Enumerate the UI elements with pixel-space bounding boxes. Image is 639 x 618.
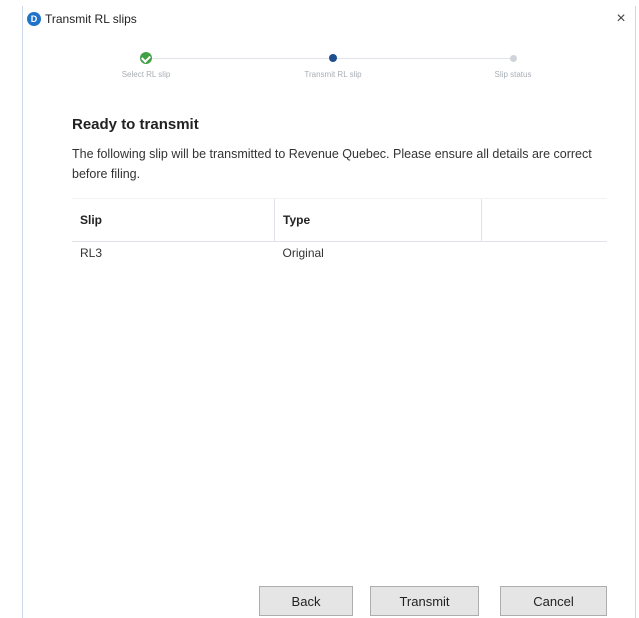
description-text: The following slip will be transmitted t… bbox=[72, 147, 592, 181]
app-logo-icon: D bbox=[27, 12, 41, 26]
table-row[interactable]: RL3 Original bbox=[72, 242, 607, 265]
step-connector bbox=[148, 58, 331, 59]
checkmark-icon bbox=[140, 52, 152, 64]
step-label-select: Select RL slip bbox=[121, 70, 171, 79]
column-header-empty bbox=[481, 198, 607, 242]
cancel-button[interactable]: Cancel bbox=[500, 586, 607, 616]
step-label-transmit: Transmit RL slip bbox=[304, 70, 362, 79]
cell-type: Original bbox=[282, 246, 324, 260]
back-button[interactable]: Back bbox=[259, 586, 353, 616]
column-header-type: Type bbox=[274, 198, 482, 242]
step-label-status: Slip status bbox=[494, 70, 532, 79]
progress-stepper: Select RL slip Transmit RL slip Slip sta… bbox=[23, 52, 635, 92]
transmit-button[interactable]: Transmit bbox=[370, 586, 479, 616]
slips-table: Slip Type RL3 Original bbox=[72, 198, 607, 264]
step-dot-active bbox=[329, 54, 337, 62]
window-title: Transmit RL slips bbox=[45, 12, 137, 26]
page-heading: Ready to transmit bbox=[72, 116, 199, 133]
cell-empty bbox=[482, 242, 608, 265]
dialog-window: D Transmit RL slips × Select RL slip Tra… bbox=[22, 6, 636, 618]
cell-slip: RL3 bbox=[80, 246, 103, 260]
table-header-row: Slip Type bbox=[72, 198, 607, 242]
step-dot-pending bbox=[510, 55, 517, 62]
close-icon[interactable]: × bbox=[611, 9, 631, 29]
title-bar: D Transmit RL slips × bbox=[23, 6, 635, 32]
step-connector bbox=[335, 58, 513, 59]
column-header-slip: Slip bbox=[72, 198, 275, 242]
